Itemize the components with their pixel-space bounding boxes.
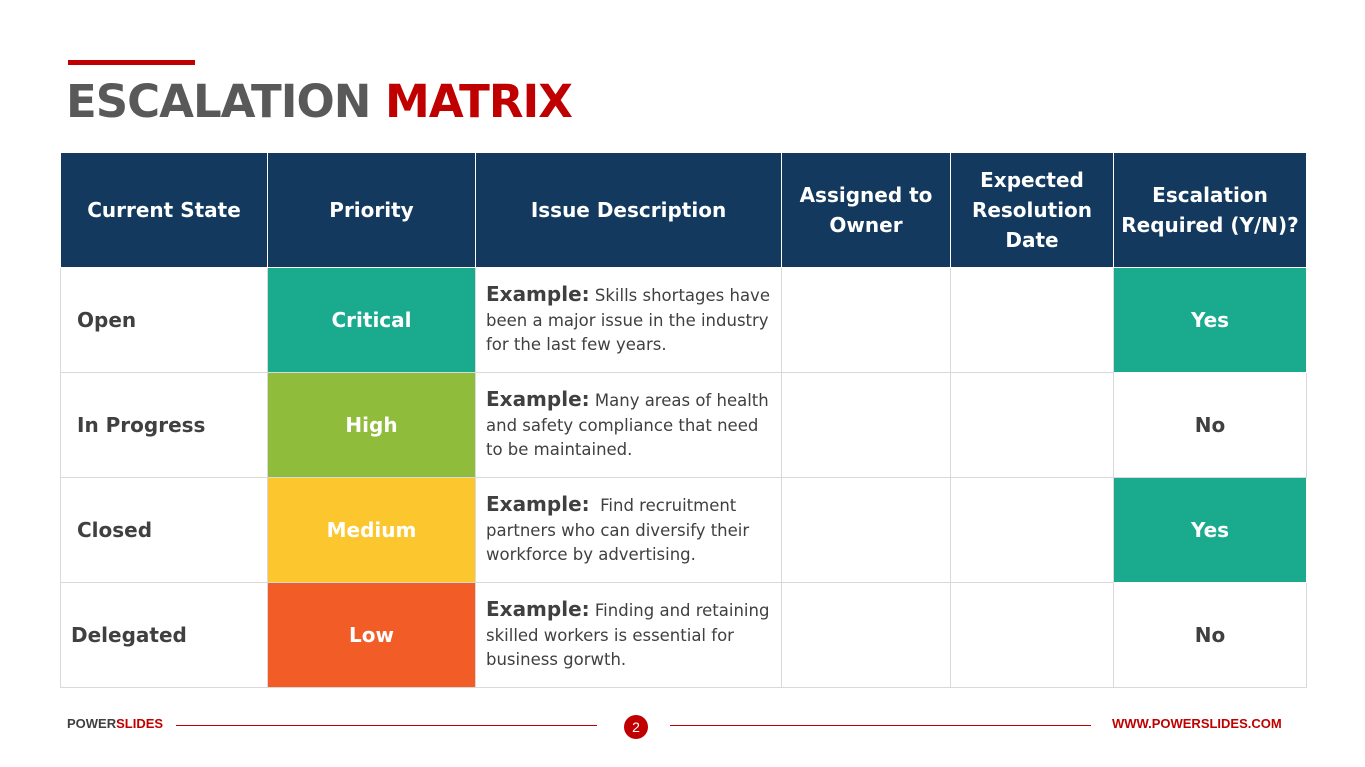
cell-escalation: Yes bbox=[1113, 477, 1307, 583]
header-issue-description: Issue Description bbox=[475, 152, 782, 268]
example-label: Example: bbox=[486, 282, 590, 307]
title-part-2: MATRIX bbox=[385, 75, 573, 128]
cell-current-state: In Progress bbox=[60, 372, 268, 478]
table-row: Closed Medium Example: Find recruitment … bbox=[60, 477, 1307, 583]
header-escalation-required: Escalation Required (Y/N)? bbox=[1113, 152, 1307, 268]
table-row: Delegated Low Example: Finding and retai… bbox=[60, 582, 1307, 688]
example-label: Example: bbox=[486, 492, 590, 517]
cell-owner bbox=[781, 372, 951, 478]
header-priority: Priority bbox=[267, 152, 476, 268]
example-label: Example: bbox=[486, 387, 590, 412]
cell-priority-high: High bbox=[267, 372, 476, 478]
title-accent-bar bbox=[68, 60, 195, 65]
cell-issue-description: Example: Finding and retaining skilled w… bbox=[475, 582, 782, 688]
cell-owner bbox=[781, 477, 951, 583]
cell-escalation: No bbox=[1113, 372, 1307, 478]
cell-resolution-date bbox=[950, 582, 1114, 688]
brand-part-2: SLIDES bbox=[116, 716, 164, 731]
table-row: Open Critical Example: Skills shortages … bbox=[60, 267, 1307, 373]
title-part-1: ESCALATION bbox=[66, 75, 371, 128]
cell-current-state: Delegated bbox=[60, 582, 268, 688]
cell-issue-description: Example: Many areas of health and safety… bbox=[475, 372, 782, 478]
cell-owner bbox=[781, 582, 951, 688]
cell-current-state: Closed bbox=[60, 477, 268, 583]
escalation-matrix-table: Current State Priority Issue Description… bbox=[60, 152, 1307, 688]
footer-divider-left bbox=[176, 725, 597, 726]
header-resolution-date: Expected Resolution Date bbox=[950, 152, 1114, 268]
page-number-badge: 2 bbox=[624, 715, 648, 739]
cell-resolution-date bbox=[950, 477, 1114, 583]
cell-escalation: Yes bbox=[1113, 267, 1307, 373]
page-title: ESCALATION MATRIX bbox=[66, 72, 573, 132]
example-label: Example: bbox=[486, 597, 590, 622]
cell-priority-medium: Medium bbox=[267, 477, 476, 583]
cell-resolution-date bbox=[950, 267, 1114, 373]
cell-escalation: No bbox=[1113, 582, 1307, 688]
cell-issue-description: Example: Find recruitment partners who c… bbox=[475, 477, 782, 583]
cell-priority-critical: Critical bbox=[267, 267, 476, 373]
brand-part-1: POWER bbox=[67, 716, 117, 731]
cell-current-state: Open bbox=[60, 267, 268, 373]
header-current-state: Current State bbox=[60, 152, 268, 268]
footer-brand-logo: POWERSLIDES bbox=[67, 716, 163, 731]
header-assigned-owner: Assigned to Owner bbox=[781, 152, 951, 268]
table-row: In Progress High Example: Many areas of … bbox=[60, 372, 1307, 478]
cell-priority-low: Low bbox=[267, 582, 476, 688]
table-header-row: Current State Priority Issue Description… bbox=[60, 152, 1307, 268]
cell-resolution-date bbox=[950, 372, 1114, 478]
cell-issue-description: Example: Skills shortages have been a ma… bbox=[475, 267, 782, 373]
footer-divider-right bbox=[670, 725, 1091, 726]
cell-owner bbox=[781, 267, 951, 373]
footer-url-link[interactable]: WWW.POWERSLIDES.COM bbox=[1112, 716, 1282, 731]
